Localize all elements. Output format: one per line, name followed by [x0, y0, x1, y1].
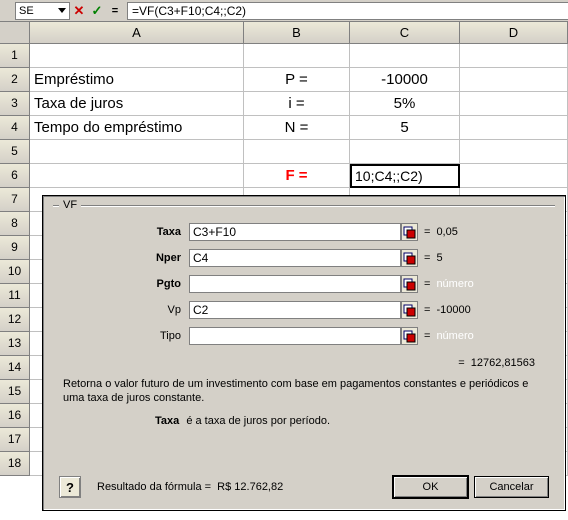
vp-result: -10000	[436, 304, 470, 316]
formula-bar: SE ✕ ✓ = =VF(C3+F10;C4;;C2)	[0, 0, 568, 22]
cell[interactable]	[30, 164, 244, 188]
row-header[interactable]: 18	[0, 452, 30, 476]
field-label-vp: Vp	[59, 304, 189, 316]
nper-input[interactable]	[189, 249, 401, 267]
range-select-icon[interactable]	[401, 249, 418, 267]
row-header[interactable]: 3	[0, 92, 30, 116]
cell[interactable]	[30, 44, 244, 68]
argument-description: Taxa é a taxa de juros por período.	[63, 415, 545, 427]
range-select-icon[interactable]	[401, 223, 418, 241]
calc-result: = 12762,81563	[458, 357, 535, 369]
dialog-title: VF	[59, 199, 81, 211]
equals-label: =	[424, 252, 430, 264]
select-all-corner[interactable]	[0, 22, 30, 43]
range-select-icon[interactable]	[401, 327, 418, 345]
help-icon: ?	[66, 480, 74, 495]
row-header[interactable]: 7	[0, 188, 30, 212]
cell[interactable]	[350, 44, 460, 68]
field-label-pgto: Pgto	[59, 278, 189, 290]
cell[interactable]: -10000	[350, 68, 460, 92]
function-description: Retorna o valor futuro de um investiment…	[63, 377, 545, 405]
row-header[interactable]: 13	[0, 332, 30, 356]
cell[interactable]: 5%	[350, 92, 460, 116]
row-header[interactable]: 8	[0, 212, 30, 236]
range-select-icon[interactable]	[401, 275, 418, 293]
cell[interactable]: Taxa de juros	[30, 92, 244, 116]
row-header[interactable]: 17	[0, 428, 30, 452]
active-cell[interactable]: 10;C4;;C2)	[350, 164, 460, 188]
taxa-input[interactable]	[189, 223, 401, 241]
name-box-value: SE	[19, 5, 34, 17]
row-header[interactable]: 10	[0, 260, 30, 284]
row-header[interactable]: 9	[0, 236, 30, 260]
row-header[interactable]: 16	[0, 404, 30, 428]
cancel-button[interactable]: Cancelar	[474, 476, 549, 498]
taxa-result: 0,05	[436, 226, 457, 238]
cell[interactable]	[244, 44, 350, 68]
equals-icon[interactable]: =	[107, 3, 123, 19]
cell[interactable]: 5	[350, 116, 460, 140]
pgto-result: número	[436, 278, 473, 290]
function-arguments-dialog: VF Taxa = 0,05 Nper = 5 Pgto = núm	[42, 195, 566, 511]
row-header[interactable]: 11	[0, 284, 30, 308]
cell[interactable]: Tempo do empréstimo	[30, 116, 244, 140]
col-header-c[interactable]: C	[350, 22, 460, 43]
cell[interactable]	[460, 116, 568, 140]
nper-result: 5	[436, 252, 442, 264]
cell[interactable]: i =	[244, 92, 350, 116]
cell[interactable]	[244, 140, 350, 164]
row-header[interactable]: 2	[0, 68, 30, 92]
col-header-a[interactable]: A	[30, 22, 244, 43]
confirm-formula-icon[interactable]: ✓	[89, 3, 105, 19]
row-header[interactable]: 5	[0, 140, 30, 164]
help-button[interactable]: ?	[59, 476, 81, 498]
row-header[interactable]: 6	[0, 164, 30, 188]
cell[interactable]	[30, 140, 244, 164]
cell[interactable]	[460, 92, 568, 116]
col-header-b[interactable]: B	[244, 22, 350, 43]
formula-result: Resultado da fórmula = R$ 12.762,82	[97, 481, 283, 493]
equals-label: =	[424, 330, 430, 342]
name-box[interactable]: SE	[15, 2, 70, 20]
row-header[interactable]: 1	[0, 44, 30, 68]
cell[interactable]: Empréstimo	[30, 68, 244, 92]
field-label-tipo: Tipo	[59, 330, 189, 342]
cell[interactable]	[460, 140, 568, 164]
dropdown-arrow-icon[interactable]	[58, 8, 66, 13]
row-header[interactable]: 12	[0, 308, 30, 332]
cell[interactable]: N =	[244, 116, 350, 140]
row-header[interactable]: 14	[0, 356, 30, 380]
tipo-input[interactable]	[189, 327, 401, 345]
column-headers: A B C D	[0, 22, 568, 44]
field-label-taxa: Taxa	[59, 226, 189, 238]
cancel-formula-icon[interactable]: ✕	[71, 3, 87, 19]
col-header-d[interactable]: D	[460, 22, 568, 43]
equals-label: =	[424, 278, 430, 290]
equals-label: =	[424, 226, 430, 238]
cell[interactable]	[460, 68, 568, 92]
row-header[interactable]: 4	[0, 116, 30, 140]
formula-input[interactable]: =VF(C3+F10;C4;;C2)	[127, 2, 568, 20]
cell[interactable]	[350, 140, 460, 164]
equals-label: =	[424, 304, 430, 316]
cell[interactable]	[460, 164, 568, 188]
cell[interactable]: F =	[244, 164, 350, 188]
cell[interactable]	[460, 44, 568, 68]
range-select-icon[interactable]	[401, 301, 418, 319]
pgto-input[interactable]	[189, 275, 401, 293]
ok-button[interactable]: OK	[393, 476, 468, 498]
vp-input[interactable]	[189, 301, 401, 319]
row-header[interactable]: 15	[0, 380, 30, 404]
field-label-nper: Nper	[59, 252, 189, 264]
tipo-result: número	[436, 330, 473, 342]
cell[interactable]: P =	[244, 68, 350, 92]
